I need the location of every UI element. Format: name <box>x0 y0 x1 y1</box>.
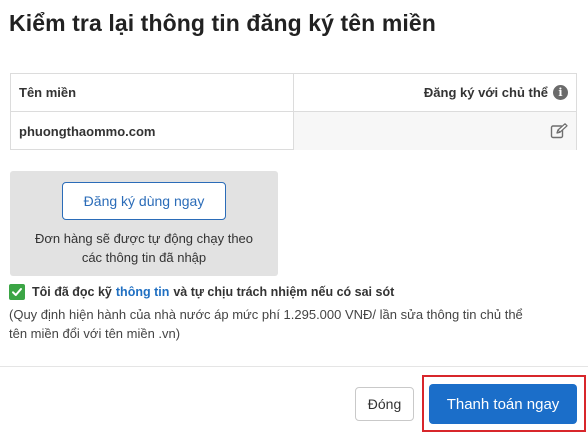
close-button[interactable]: Đóng <box>355 387 414 421</box>
column-header-owner-label: Đăng ký với chủ thể <box>423 85 548 100</box>
edit-icon[interactable] <box>550 123 568 139</box>
column-header-domain: Tên miền <box>11 74 294 111</box>
domain-name-cell: phuongthaommo.com <box>11 112 294 150</box>
quick-register-panel: Đăng ký dùng ngay Đơn hàng sẽ được tự độ… <box>10 171 278 276</box>
info-icon[interactable]: i <box>553 85 568 100</box>
table-row: phuongthaommo.com <box>11 112 576 150</box>
fee-note-line1: (Quy định hiện hành của nhà nước áp mức … <box>9 307 523 322</box>
dialog-title: Kiểm tra lại thông tin đăng ký tên miền <box>9 10 436 36</box>
agreement-line: Tôi đã đọc kỹ thông tin và tự chịu trách… <box>9 284 394 300</box>
pay-now-button[interactable]: Thanh toán ngay <box>429 384 577 424</box>
fee-regulation-note: (Quy định hiện hành của nhà nước áp mức … <box>9 305 584 343</box>
fee-note-line2: tên miền đổi với tên miền .vn) <box>9 326 181 341</box>
owner-cell <box>294 112 576 150</box>
quick-register-note-line1: Đơn hàng sẽ được tự động chạy theo <box>34 231 254 246</box>
column-header-owner: Đăng ký với chủ thể i <box>294 74 576 111</box>
agreement-prefix: Tôi đã đọc kỹ <box>32 285 112 299</box>
terms-link[interactable]: thông tin <box>116 285 169 299</box>
domain-table: Tên miền Đăng ký với chủ thể i phuongtha… <box>10 73 577 150</box>
footer-divider <box>0 366 588 367</box>
quick-register-note-line2: các thông tin đã nhập <box>81 250 207 265</box>
register-now-button[interactable]: Đăng ký dùng ngay <box>62 182 226 220</box>
table-header-row: Tên miền Đăng ký với chủ thể i <box>11 74 576 112</box>
quick-register-note: Đơn hàng sẽ được tự động chạy theo các t… <box>10 229 278 267</box>
agreement-checkbox[interactable] <box>9 284 25 300</box>
check-icon <box>12 288 22 296</box>
agreement-suffix: và tự chịu trách nhiệm nếu có sai sót <box>173 285 395 299</box>
